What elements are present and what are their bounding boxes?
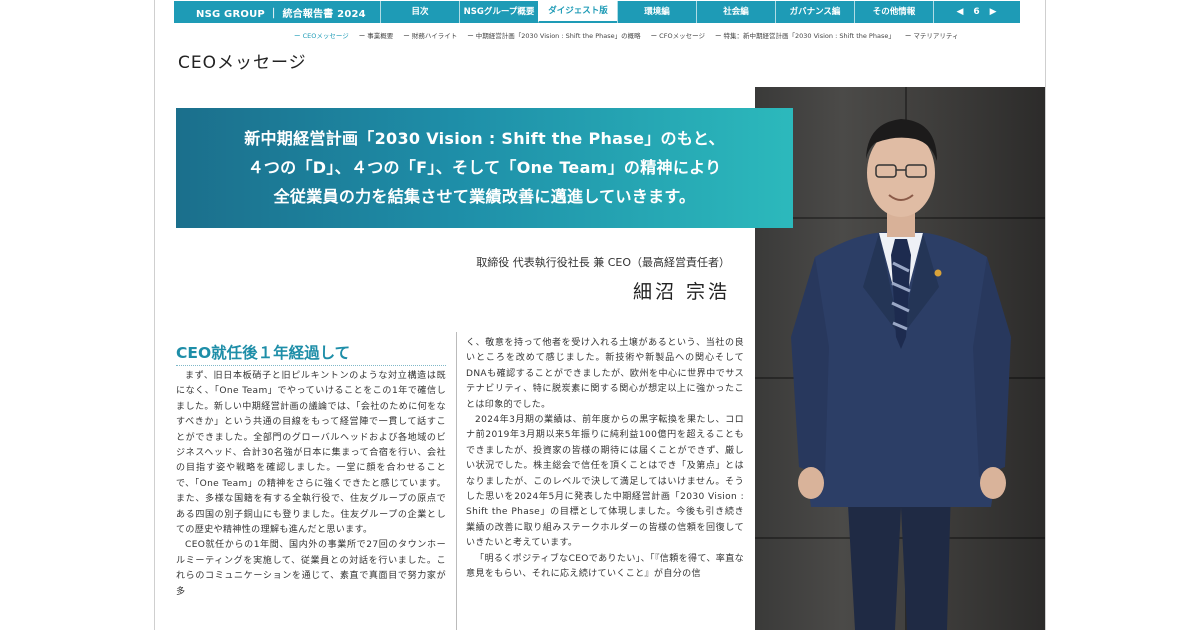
headline-banner: 新中期経営計画「2030 Vision : Shift the Phase」のも… (176, 108, 793, 228)
banner-line: 新中期経営計画「2030 Vision : Shift the Phase」のも… (244, 129, 725, 148)
tab-governance[interactable]: ガバナンス編 (775, 1, 854, 23)
section-heading: CEO就任後１年経過して (176, 344, 351, 362)
tab-group-overview[interactable]: NSGグループ概要 (459, 1, 538, 23)
tab-environment[interactable]: 環境編 (617, 1, 696, 23)
page-edge-left (154, 0, 155, 630)
subnav-cfo-message[interactable]: ー CFOメッセージ (651, 30, 705, 40)
subnav-financial-highlights[interactable]: ー 財務ハイライト (403, 30, 457, 40)
ceo-photo (755, 87, 1046, 630)
tab-digest[interactable]: ダイジェスト版 (538, 1, 617, 23)
top-navigation-bar: NSG GROUP ｜ 統合報告書 2024 目次 NSGグループ概要 ダイジェ… (174, 1, 1020, 23)
subnav-feature[interactable]: ー 特集：新中期経営計画「2030 Vision : Shift the Pha… (715, 30, 895, 40)
sub-navigation: ー CEOメッセージ ー 事業概要 ー 財務ハイライト ー 中期経営計画「203… (294, 30, 1034, 40)
page-title: CEOメッセージ (178, 53, 307, 73)
column-divider (456, 332, 457, 630)
prev-page-icon[interactable]: ◀ (956, 7, 963, 17)
banner-line: 全従業員の力を結集させて業績改善に邁進していきます。 (273, 187, 696, 206)
report-brand: NSG GROUP ｜ 統合報告書 2024 (196, 8, 366, 20)
paragraph: く、敬意を持って他者を受け入れる土壌があるという、当社の良いところを改めて感じま… (466, 338, 744, 410)
paragraph: 2024年3月期の業績は、前年度からの黒字転換を果たし、コロナ前2019年3月期… (466, 415, 744, 549)
page-edge-right (1045, 0, 1046, 630)
page-number: 6 (973, 7, 980, 17)
subnav-materiality[interactable]: ー マテリアリティ (905, 30, 959, 40)
paragraph: まず、旧日本板硝子と旧ピルキントンのような対立構造は既になく、「One Team… (176, 371, 446, 536)
tab-contents[interactable]: 目次 (380, 1, 459, 23)
section-divider (176, 365, 446, 366)
banner-line: ４つの「D」、４つの「F」、そして「One Team」の精神により (247, 158, 722, 177)
paragraph: CEO就任からの1年間、国内外の事業所で27回のタウンホールミーティングを実施し… (176, 540, 446, 597)
paragraph: 「明るくポジティブなCEOでありたい」、「『信頼を得て、率直な意見をもらい、それ… (466, 553, 744, 580)
body-column-left: まず、旧日本板硝子と旧ピルキントンのような対立構造は既になく、「One Team… (176, 369, 446, 600)
next-page-icon[interactable]: ▶ (990, 7, 997, 17)
ceo-role: 取締役 代表執行役社長 兼 CEO（最高経営責任者） (476, 256, 730, 269)
tab-social[interactable]: 社会編 (696, 1, 775, 23)
body-column-right: く、敬意を持って他者を受け入れる土壌があるという、当社の良いところを改めて感じま… (466, 336, 744, 583)
subnav-business-overview[interactable]: ー 事業概要 (359, 30, 394, 40)
ceo-name: 細沼 宗浩 (632, 281, 730, 303)
subnav-midterm-plan-outline[interactable]: ー 中期経営計画「2030 Vision : Shift the Phase」の… (467, 30, 640, 40)
page-pager: ◀ 6 ▶ (933, 1, 1019, 23)
tab-other-info[interactable]: その他情報 (854, 1, 933, 23)
subnav-ceo-message[interactable]: ー CEOメッセージ (294, 30, 349, 40)
report-page: NSG GROUP ｜ 統合報告書 2024 目次 NSGグループ概要 ダイジェ… (154, 0, 1046, 630)
